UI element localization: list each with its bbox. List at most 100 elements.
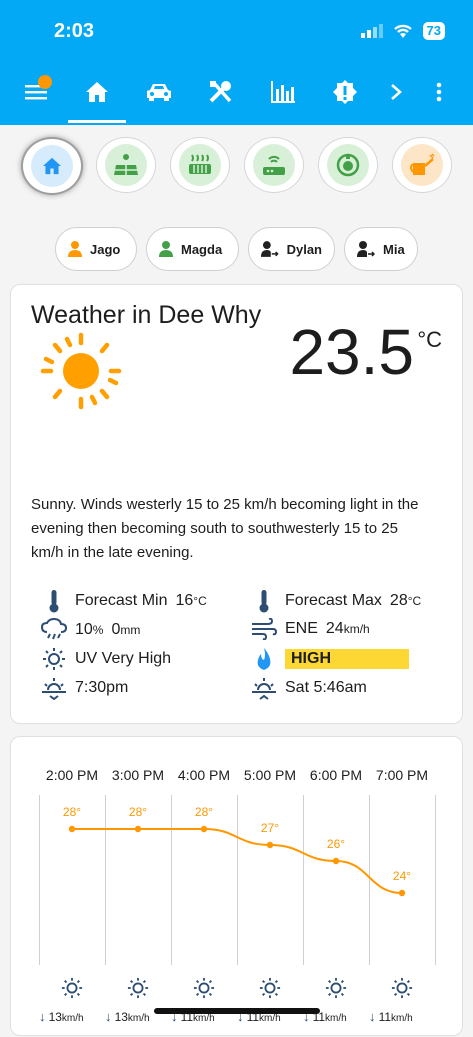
nav-tabs xyxy=(0,62,473,122)
thermometer-icon xyxy=(49,590,59,613)
person-icon xyxy=(68,241,82,257)
person-chip-magda[interactable]: Magda xyxy=(146,227,239,271)
temperature-point xyxy=(398,889,406,897)
home-icon xyxy=(86,82,108,102)
temperature-point xyxy=(200,825,208,833)
uv-value: UV Very High xyxy=(75,650,172,667)
tab-scroll-right[interactable] xyxy=(382,62,410,122)
rain: 10% 0mm xyxy=(41,618,140,642)
device-chips xyxy=(0,137,473,195)
sun-outline-icon xyxy=(325,977,347,1004)
person-name: Jago xyxy=(90,241,121,257)
weather-title: Weather in Dee Why xyxy=(31,301,262,329)
top-app-bar: 2:03 73 xyxy=(0,0,473,125)
forecast-max-value: 28 xyxy=(389,592,408,609)
fire-icon xyxy=(257,648,271,670)
person-name: Mia xyxy=(383,241,405,257)
sunrise-icon xyxy=(252,678,276,700)
forecast-max-unit: °C xyxy=(407,594,422,608)
tab-home[interactable] xyxy=(68,62,126,122)
battery-indicator: 73 xyxy=(422,22,445,40)
person-away-icon xyxy=(261,241,279,257)
chevron-right-icon xyxy=(391,84,402,100)
wind-speed-unit: km/h xyxy=(343,622,370,636)
temperature-point xyxy=(332,857,340,865)
uv-index: UV Very High xyxy=(41,647,171,671)
wind-unit: km/h xyxy=(127,1013,150,1024)
home-indicator xyxy=(154,1008,320,1014)
home-icon xyxy=(43,157,61,175)
wind: ENE 24km/h xyxy=(251,618,370,640)
wind-arrow-icon: ↓ xyxy=(369,1009,376,1024)
wind-unit: km/h xyxy=(325,1013,347,1024)
chart-icon xyxy=(271,81,295,103)
signal-icon xyxy=(360,24,383,38)
fire-danger: HIGH xyxy=(251,647,409,671)
chip-solar[interactable] xyxy=(96,137,156,193)
sunrise-time: Sat 5:46am xyxy=(285,679,367,696)
temperature-point xyxy=(134,825,142,833)
forecast-description: Sunny. Winds westerly 15 to 25 km/h beco… xyxy=(31,496,419,561)
fire-danger-badge: HIGH xyxy=(285,649,409,669)
wifi-icon xyxy=(393,24,412,38)
tab-car[interactable] xyxy=(130,62,188,122)
temperature-point xyxy=(68,825,76,833)
forecast-min: Forecast Min 16 °C xyxy=(41,589,207,613)
sunrise: Sat 5:46am xyxy=(251,676,367,700)
hourly-forecast-card[interactable]: 2:00 PM 28° 3:00 PM 28° 4:00 PM 28° 5:00 PM 27°… xyxy=(10,736,463,1036)
people-chips: Jago Magda Dylan Mia xyxy=(0,227,473,273)
rain-chance: 10 xyxy=(75,621,93,638)
router-icon xyxy=(263,155,285,175)
wind-unit: km/h xyxy=(61,1013,84,1024)
sunset-icon xyxy=(42,678,66,700)
menu-button[interactable] xyxy=(18,62,54,122)
wind-arrow-icon: ↓ xyxy=(105,1009,112,1024)
more-button[interactable] xyxy=(424,62,454,122)
tab-tools[interactable] xyxy=(192,62,250,122)
forecast-min-label: Forecast Min xyxy=(75,592,168,609)
temperature-unit: °C xyxy=(417,327,442,352)
tab-statistics[interactable] xyxy=(254,62,312,122)
chip-router[interactable] xyxy=(244,137,304,193)
person-chip-mia[interactable]: Mia xyxy=(344,227,418,271)
sun-outline-icon xyxy=(127,977,149,1004)
status-time: 2:03 xyxy=(54,20,95,42)
temperature-point xyxy=(266,841,274,849)
temperature-series-line xyxy=(72,828,403,894)
wind-speed: 24 xyxy=(325,620,344,637)
robot-vacuum-icon xyxy=(336,153,360,177)
wind-speed: 13 xyxy=(48,1010,62,1024)
tab-alerts[interactable] xyxy=(316,62,374,122)
alert-icon xyxy=(333,80,357,104)
sun-outline-icon xyxy=(193,977,215,1004)
chip-robot-vacuum[interactable] xyxy=(318,137,378,193)
wind-direction: ENE xyxy=(285,620,318,637)
hourly-wind: ↓ 13km/h xyxy=(105,1009,150,1024)
hourly-wind: ↓ 11km/h xyxy=(369,1009,413,1024)
wind-unit: km/h xyxy=(193,1013,215,1024)
thermometer-icon xyxy=(259,590,269,613)
sunset-time: 7:30pm xyxy=(75,679,129,696)
person-name: Dylan xyxy=(286,241,322,257)
rain-amount-unit: mm xyxy=(120,623,141,637)
forecast-max: Forecast Max 28 °C xyxy=(251,589,421,613)
person-name: Magda xyxy=(181,241,223,257)
rain-chance-unit: % xyxy=(92,623,104,637)
car-icon xyxy=(147,84,171,101)
person-chip-jago[interactable]: Jago xyxy=(55,227,137,271)
current-temperature: 23.5 xyxy=(289,316,414,388)
person-chip-dylan[interactable]: Dylan xyxy=(248,227,335,271)
active-tab-indicator xyxy=(68,120,126,123)
weather-card[interactable]: Weather in Dee Why 23.5 °C Sunny. Winds … xyxy=(10,284,463,724)
radiator-icon xyxy=(189,154,211,174)
chip-heater[interactable] xyxy=(170,137,230,193)
sun-outline-icon xyxy=(61,977,83,1004)
chip-watering[interactable] xyxy=(392,137,452,193)
person-icon xyxy=(159,241,173,257)
notification-badge xyxy=(38,75,52,89)
forecast-max-label: Forecast Max xyxy=(285,592,382,609)
chip-home[interactable] xyxy=(21,137,83,195)
more-icon xyxy=(436,82,442,102)
wind-unit: km/h xyxy=(391,1013,413,1024)
forecast-min-value: 16 xyxy=(175,592,194,609)
